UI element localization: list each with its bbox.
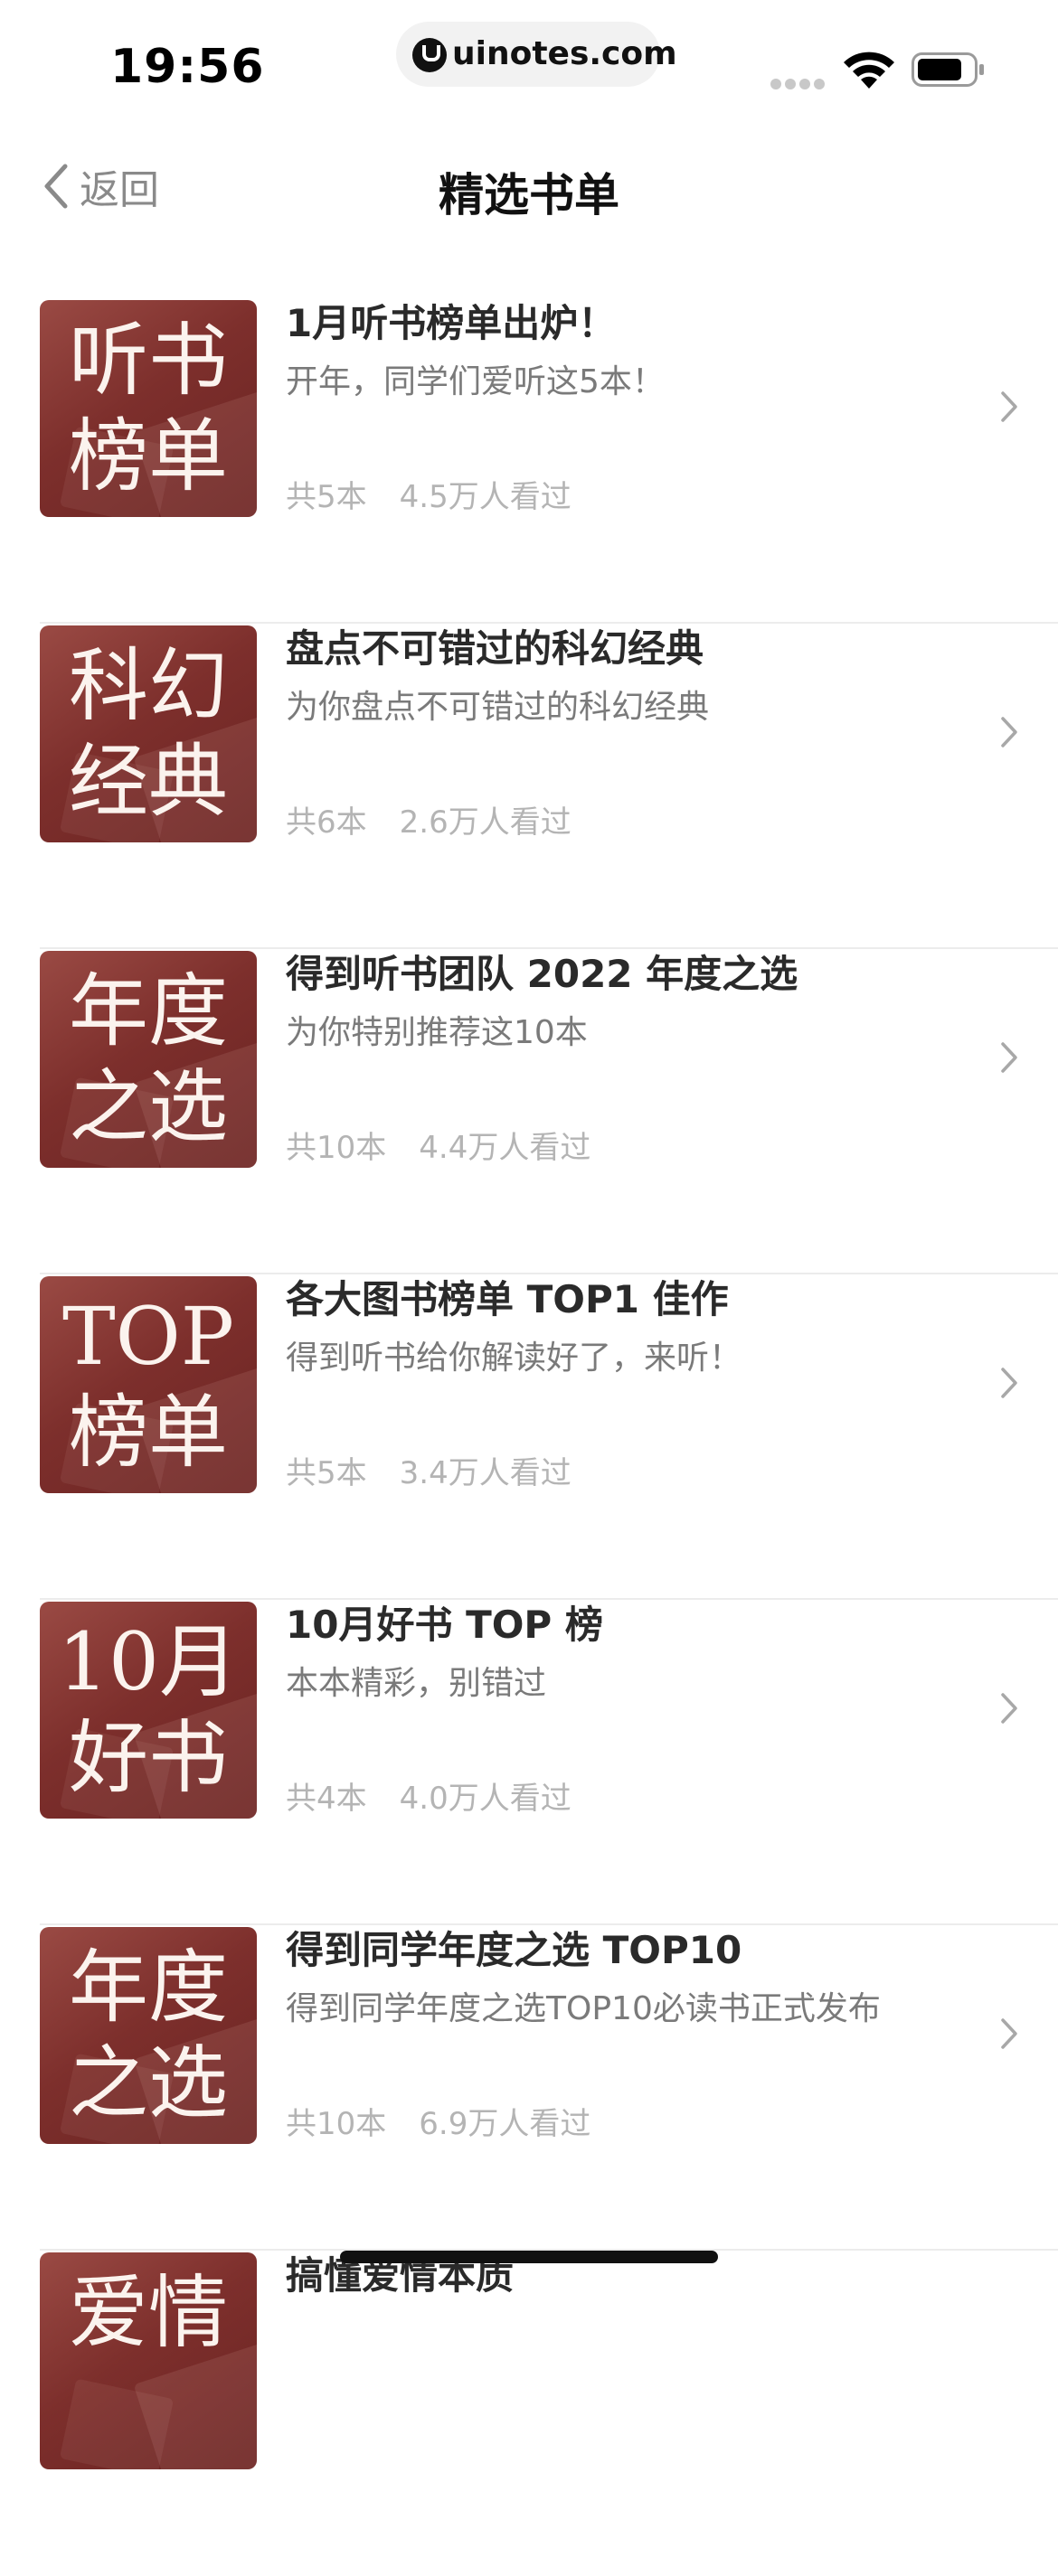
booklist-cover: 年度 之选 bbox=[40, 951, 257, 1168]
item-count: 共10本 bbox=[286, 2106, 387, 2142]
chevron-right-icon bbox=[1001, 2018, 1017, 2049]
cover-text-line2: 之选 bbox=[68, 2036, 228, 2129]
cover-text-line2: 经典 bbox=[68, 735, 228, 828]
item-count: 共4本 bbox=[286, 1781, 367, 1817]
cover-text-line2: 榜单 bbox=[68, 1386, 228, 1479]
item-meta: 共5本 3.4万人看过 bbox=[286, 1453, 572, 1493]
cover-text-line1: 科幻 bbox=[68, 639, 228, 732]
nav-bar: 返回 精选书单 bbox=[0, 136, 1058, 235]
item-subtitle: 为你特别推荐这10本 bbox=[286, 1014, 588, 1051]
item-count: 共6本 bbox=[286, 804, 367, 841]
cover-text-line2: 之选 bbox=[68, 1060, 228, 1153]
item-subtitle: 得到同学年度之选TOP10必读书正式发布 bbox=[286, 1990, 881, 2027]
list-item[interactable]: 爱情 搞懂爱情本质 bbox=[0, 2251, 1058, 2576]
item-title: 各大图书榜单 TOP1 佳作 bbox=[286, 1277, 729, 1321]
item-views: 2.6万人看过 bbox=[399, 804, 572, 841]
page-title: 精选书单 bbox=[439, 169, 619, 221]
list-item[interactable]: 听书 榜单 1月听书榜单出炉！ 开年，同学们爱听这5本！ 共5本 4.5万人看过 bbox=[0, 298, 1058, 624]
chevron-right-icon bbox=[1001, 1693, 1017, 1724]
item-views: 3.4万人看过 bbox=[399, 1455, 572, 1491]
item-views: 4.4万人看过 bbox=[419, 1130, 591, 1166]
item-meta: 共4本 4.0万人看过 bbox=[286, 1779, 572, 1819]
cover-text-line1: 10月 bbox=[58, 1615, 239, 1708]
cover-text-line2: 榜单 bbox=[68, 409, 228, 503]
cover-text-line2: 好书 bbox=[68, 1711, 228, 1804]
url-text: uinotes.com bbox=[452, 35, 677, 72]
status-bar: 19:56 uinotes.com bbox=[0, 0, 1058, 118]
item-count: 共5本 bbox=[286, 1455, 367, 1491]
chevron-right-icon bbox=[1001, 1042, 1017, 1073]
cover-text-line1: 年度 bbox=[68, 964, 228, 1058]
item-title: 得到同学年度之选 TOP10 bbox=[286, 1928, 742, 1972]
cellular-signal-icon bbox=[770, 76, 828, 89]
booklist-cover: 听书 榜单 bbox=[40, 300, 257, 517]
cover-text-line1: 听书 bbox=[68, 314, 228, 407]
item-views: 4.5万人看过 bbox=[399, 479, 572, 515]
item-subtitle: 本本精彩，别错过 bbox=[286, 1665, 547, 1702]
booklist-cover: TOP 榜单 bbox=[40, 1276, 257, 1493]
item-title: 得到听书团队 2022 年度之选 bbox=[286, 952, 798, 996]
item-title: 盘点不可错过的科幻经典 bbox=[286, 626, 704, 671]
item-count: 共5本 bbox=[286, 479, 367, 515]
cover-text-line1: TOP bbox=[61, 1290, 235, 1383]
battery-icon bbox=[912, 52, 984, 87]
item-meta: 共5本 4.5万人看过 bbox=[286, 477, 572, 517]
list-item[interactable]: 科幻 经典 盘点不可错过的科幻经典 为你盘点不可错过的科幻经典 共6本 2.6万人… bbox=[0, 624, 1058, 949]
item-count: 共10本 bbox=[286, 1130, 387, 1166]
status-time: 19:56 bbox=[110, 40, 265, 94]
cover-text-line1: 爱情 bbox=[68, 2266, 228, 2359]
booklist-list: 听书 榜单 1月听书榜单出炉！ 开年，同学们爱听这5本！ 共5本 4.5万人看过 … bbox=[0, 298, 1058, 2576]
item-views: 6.9万人看过 bbox=[419, 2106, 591, 2142]
item-subtitle: 得到听书给你解读好了，来听！ bbox=[286, 1340, 742, 1377]
item-title: 1月听书榜单出炉！ bbox=[286, 301, 617, 345]
cover-text-line1: 年度 bbox=[68, 1941, 228, 2034]
booklist-cover: 年度 之选 bbox=[40, 1927, 257, 2144]
chevron-right-icon bbox=[1001, 391, 1017, 422]
item-meta: 共6本 2.6万人看过 bbox=[286, 803, 572, 842]
booklist-cover: 爱情 bbox=[40, 2252, 257, 2469]
list-item[interactable]: TOP 榜单 各大图书榜单 TOP1 佳作 得到听书给你解读好了，来听！ 共5本… bbox=[0, 1274, 1058, 1600]
booklist-cover: 科幻 经典 bbox=[40, 625, 257, 842]
item-title: 10月好书 TOP 榜 bbox=[286, 1603, 603, 1647]
list-item[interactable]: 10月 好书 10月好书 TOP 榜 本本精彩，别错过 共4本 4.0万人看过 bbox=[0, 1600, 1058, 1925]
item-views: 4.0万人看过 bbox=[399, 1781, 572, 1817]
site-logo-icon bbox=[412, 38, 447, 72]
list-item[interactable]: 年度 之选 得到同学年度之选 TOP10 得到同学年度之选TOP10必读书正式发… bbox=[0, 1925, 1058, 2251]
list-item[interactable]: 年度 之选 得到听书团队 2022 年度之选 为你特别推荐这10本 共10本 4.… bbox=[0, 949, 1058, 1274]
item-subtitle: 开年，同学们爱听这5本！ bbox=[286, 363, 665, 400]
item-meta: 共10本 4.4万人看过 bbox=[286, 1128, 590, 1168]
url-pill[interactable]: uinotes.com bbox=[396, 22, 677, 87]
wifi-icon bbox=[844, 52, 894, 89]
chevron-right-icon bbox=[1001, 717, 1017, 747]
item-meta: 共10本 6.9万人看过 bbox=[286, 2104, 590, 2144]
booklist-cover: 10月 好书 bbox=[40, 1602, 257, 1819]
home-indicator bbox=[340, 2251, 718, 2263]
item-subtitle: 为你盘点不可错过的科幻经典 bbox=[286, 689, 710, 726]
chevron-right-icon bbox=[1001, 1368, 1017, 1398]
